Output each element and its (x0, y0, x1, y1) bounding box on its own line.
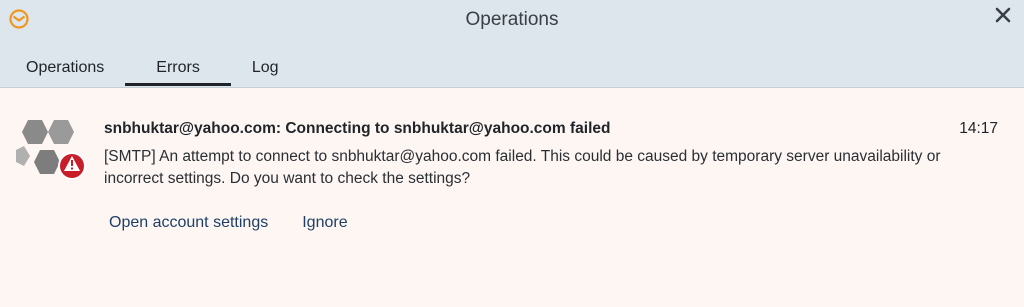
close-button[interactable] (992, 6, 1014, 28)
window-title: Operations (465, 9, 559, 30)
error-message-line: incorrect settings. Do you want to check… (104, 170, 471, 187)
close-icon (995, 7, 1011, 28)
operations-window: Operations Operations Errors Log snbhukt… (0, 0, 1024, 307)
tab-log[interactable]: Log (241, 52, 290, 86)
error-actions: Open account settings Ignore (104, 212, 353, 234)
error-timestamp: 14:17 (959, 120, 998, 137)
error-message-line: [SMTP] An attempt to connect to snbhukta… (104, 148, 941, 165)
error-message: [SMTP] An attempt to connect to snbhukta… (104, 146, 1004, 190)
gear-error-icon (16, 118, 88, 184)
title-bar: Operations Operations Errors Log (0, 0, 1024, 88)
tab-operations[interactable]: Operations (15, 52, 115, 86)
errors-panel: snbhuktar@yahoo.com: Connecting to snbhu… (0, 88, 1024, 307)
tab-errors[interactable]: Errors (125, 52, 231, 86)
tab-bar: Operations Errors Log (0, 52, 290, 88)
open-account-settings-link[interactable]: Open account settings (104, 212, 273, 234)
ignore-link[interactable]: Ignore (297, 212, 352, 234)
error-title: snbhuktar@yahoo.com: Connecting to snbhu… (104, 120, 611, 137)
